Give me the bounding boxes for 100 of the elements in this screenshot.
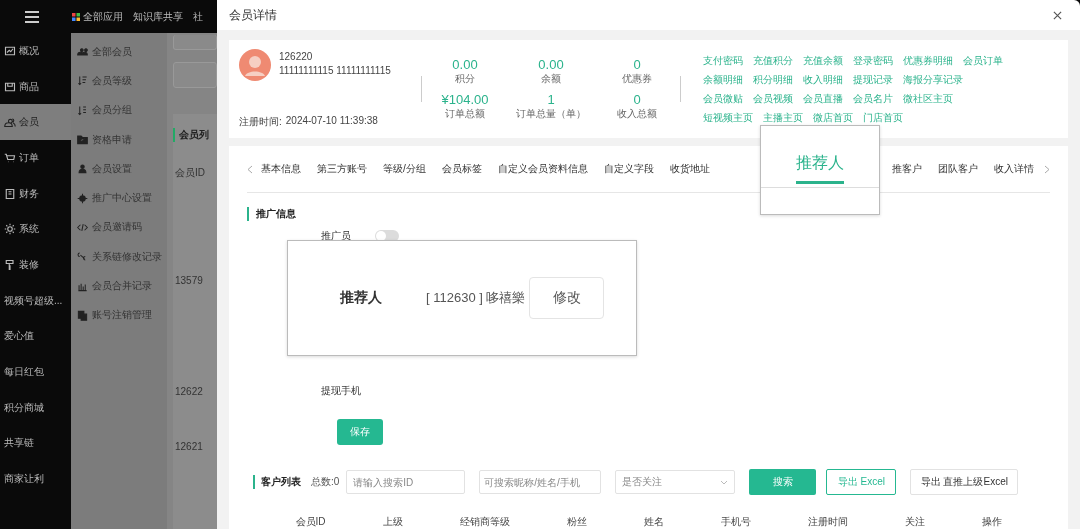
nav-link[interactable]: 社	[193, 9, 203, 24]
document-icon	[4, 187, 16, 200]
sidebar-item[interactable]: 系统	[0, 211, 71, 248]
field-label: 推广员	[321, 229, 351, 243]
stat-label: 余额	[541, 72, 561, 86]
submenu-item[interactable]: 会员分组	[71, 95, 167, 125]
registered-label: 注册时间:	[239, 115, 282, 129]
member-id: 126220	[279, 51, 314, 62]
column-header: 操作	[981, 515, 1002, 529]
sidebar-item[interactable]: 会员	[0, 104, 71, 141]
chart-icon	[4, 44, 16, 57]
nav-link[interactable]: 全部应用	[83, 9, 123, 24]
link[interactable]: 会员订单	[963, 53, 1003, 68]
column-header: 注册时间	[807, 515, 848, 529]
stat-label: 积分	[455, 72, 475, 86]
save-button[interactable]: 保存	[337, 419, 383, 445]
submenu-item[interactable]: 全部会员	[71, 37, 167, 67]
link[interactable]: 短视频主页	[703, 110, 753, 125]
column-header: 关注	[904, 515, 925, 529]
link[interactable]: 积分明细	[753, 72, 793, 87]
export-button[interactable]: 导出 Excel	[826, 469, 897, 495]
code-icon	[77, 221, 88, 233]
sidebar-item[interactable]: 商品	[0, 68, 71, 105]
stat-value: 1	[547, 92, 555, 107]
sidebar-item[interactable]: 概况	[0, 33, 71, 69]
tab[interactable]: 推荐人	[796, 153, 844, 184]
export-button[interactable]: 导出 直推上级Excel	[910, 469, 1019, 495]
stat-value: 0	[633, 57, 641, 72]
link[interactable]: 收入明细	[803, 72, 843, 87]
tab[interactable]: 收入详情	[994, 162, 1034, 176]
stat-label: 订单总量（单）	[516, 107, 586, 121]
stat-label: 收入总额	[617, 107, 657, 121]
sidebar-item[interactable]: 商家让利	[0, 461, 71, 497]
link[interactable]: 会员直播	[803, 91, 843, 106]
tab[interactable]: 等级/分组	[383, 162, 426, 176]
referrer-value: [ 112630 ] 哆禧樂	[426, 289, 526, 307]
link[interactable]: 海报分享记录	[903, 72, 963, 87]
tab[interactable]: 基本信息	[261, 162, 301, 176]
users-icon	[4, 116, 16, 129]
tab[interactable]: 自定义字段	[603, 162, 654, 176]
search-button[interactable]: 搜索	[749, 469, 817, 495]
sort-icon	[77, 75, 88, 87]
tab[interactable]: 会员标签	[441, 162, 482, 176]
submenu-item[interactable]: 资格申请	[71, 124, 167, 155]
menu-icon[interactable]	[25, 10, 39, 23]
dialog-title: 会员详情	[229, 6, 277, 24]
sidebar-item[interactable]: 共享链	[0, 425, 71, 462]
sidebar-item[interactable]: 积分商城	[0, 389, 71, 426]
follow-select[interactable]: 是否关注	[615, 470, 736, 494]
link[interactable]: 微社区主页	[903, 91, 953, 106]
registered-time: 2024-07-10 11:39:38	[285, 115, 378, 128]
name-search-field[interactable]: 可搜索昵称/姓名/手机	[479, 470, 602, 494]
link[interactable]: 会员视频	[753, 91, 793, 106]
sidebar-item[interactable]: 爱心值	[0, 318, 71, 355]
tab[interactable]: 第三方账号	[317, 162, 367, 176]
column-header: 上级	[382, 515, 403, 529]
tab[interactable]: 自定义会员资料信息	[497, 162, 588, 176]
stat-value: ¥104.00	[441, 92, 489, 107]
column-header: 会员ID	[295, 515, 326, 529]
id-search-field[interactable]: 请输入搜索ID	[346, 470, 466, 494]
list-title: 会员列	[173, 128, 209, 142]
member-phones: 11111111115 11111111115	[279, 65, 391, 76]
submenu-item[interactable]: 会员等级	[71, 66, 167, 96]
column-header: 会员ID	[174, 166, 205, 180]
sidebar-item[interactable]: 财务	[0, 175, 71, 212]
column-header: 手机号	[720, 515, 751, 529]
sort-icon	[77, 104, 88, 116]
users-icon	[77, 46, 88, 58]
sidebar-item[interactable]: 订单	[0, 140, 71, 176]
link[interactable]: 微店首页	[813, 110, 853, 125]
submenu-item[interactable]: 关系链修改记录	[71, 242, 167, 272]
link[interactable]: 门店首页	[863, 110, 903, 125]
submenu-item[interactable]: 会员邀请码	[71, 212, 167, 243]
close-icon[interactable]	[1053, 10, 1062, 20]
link[interactable]: 提现记录	[853, 72, 893, 87]
apps-icon	[72, 12, 80, 21]
link[interactable]: 充值余额	[803, 53, 843, 68]
link[interactable]: 余额明细	[703, 72, 743, 87]
nav-link[interactable]: 知识库共享	[133, 9, 183, 24]
sidebar-item[interactable]: 装修	[0, 247, 71, 283]
stat-value: 0.00	[538, 57, 564, 72]
submenu-item[interactable]: 会员合并记录	[71, 271, 167, 301]
link[interactable]: 支付密码	[703, 53, 743, 68]
tab[interactable]: 收货地址	[669, 162, 710, 176]
link[interactable]: 会员名片	[853, 91, 893, 106]
link[interactable]: 登录密码	[853, 53, 893, 68]
edit-button[interactable]: 修改	[529, 277, 605, 319]
stat-value: 0.00	[452, 57, 478, 72]
sidebar-item[interactable]: 视频号超级...	[0, 282, 71, 319]
link[interactable]: 充值积分	[753, 53, 793, 68]
link[interactable]: 优惠券明细	[903, 53, 953, 68]
tab[interactable]: 推客户	[892, 162, 922, 176]
column-header: 粉丝	[566, 515, 587, 529]
link[interactable]: 主播主页	[763, 110, 803, 125]
chevron-left-icon[interactable]	[247, 164, 253, 174]
sidebar-item[interactable]: 每日红包	[0, 354, 71, 390]
submenu-item[interactable]: 账号注销管理	[71, 300, 167, 330]
link[interactable]: 会员微贴	[703, 91, 743, 106]
tab[interactable]: 团队客户	[938, 162, 978, 176]
chevron-right-icon[interactable]	[1044, 164, 1050, 174]
